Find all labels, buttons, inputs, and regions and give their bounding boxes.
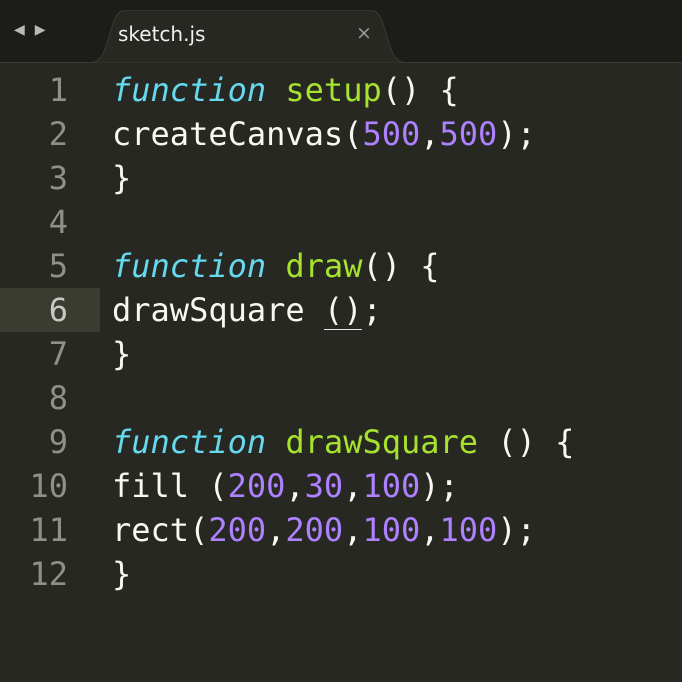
code-token: , [343, 511, 363, 549]
code-token: 100 [362, 511, 421, 549]
code-token: 200 [285, 511, 344, 549]
code-token: 100 [439, 511, 498, 549]
code-line[interactable]: 5 function draw() { [0, 244, 682, 288]
code-token: drawSquare [112, 291, 324, 329]
code-token: 500 [439, 115, 498, 153]
code-text[interactable]: } [112, 156, 131, 200]
code-token: , [420, 511, 440, 549]
line-number: 3 [48, 159, 68, 197]
code-token: , [285, 467, 305, 505]
code-token: ); [420, 467, 459, 505]
code-token: function [112, 247, 267, 285]
code-line[interactable]: 4 [0, 200, 682, 244]
code-token: , [420, 115, 440, 153]
back-arrow-icon[interactable]: ◀ [14, 22, 25, 38]
code-text[interactable]: function setup() { [112, 68, 459, 112]
code-token: , [266, 511, 286, 549]
code-token: } [112, 335, 132, 373]
code-token: ; [362, 291, 382, 329]
line-number: 9 [48, 423, 68, 461]
line-number: 10 [29, 467, 68, 505]
code-token: setup [285, 71, 382, 109]
code-token: rect( [112, 511, 209, 549]
line-number: 5 [48, 247, 68, 285]
code-text[interactable]: function draw() { [112, 244, 440, 288]
code-token: function [112, 71, 267, 109]
code-token: () { [362, 247, 440, 285]
code-text[interactable]: } [112, 552, 131, 596]
line-number: 11 [29, 511, 68, 549]
code-line[interactable]: 12} [0, 552, 682, 596]
line-number: 7 [48, 335, 68, 373]
code-text[interactable]: fill (200,30,100); [112, 464, 459, 508]
line-number: 6 [48, 291, 68, 329]
tab-bar: ◀ ▶ sketch.js × [0, 0, 682, 63]
code-token: } [112, 555, 132, 593]
tab-sketch-js[interactable]: sketch.js × [88, 10, 408, 63]
code-line[interactable]: 8 [0, 376, 682, 420]
code-token: 200 [227, 467, 286, 505]
code-line[interactable]: 3} [0, 156, 682, 200]
close-icon[interactable]: × [356, 22, 372, 44]
code-token: () { [478, 423, 575, 461]
tab-navigation: ◀ ▶ [14, 22, 46, 38]
code-line[interactable]: 7} [0, 332, 682, 376]
forward-arrow-icon[interactable]: ▶ [35, 22, 46, 38]
line-number: 2 [48, 115, 68, 153]
code-token: ); [497, 115, 536, 153]
code-token: () { [381, 71, 459, 109]
code-token: drawSquare [285, 423, 479, 461]
code-token: ); [497, 511, 536, 549]
code-editor[interactable]: 1 function setup() {2 createCanvas(500,500… [0, 68, 682, 596]
code-line[interactable]: 11 rect(200,200,100,100); [0, 508, 682, 552]
code-token: fill ( [112, 467, 228, 505]
code-token: 200 [208, 511, 267, 549]
line-number: 1 [48, 71, 68, 109]
code-token: } [112, 159, 132, 197]
line-number: 8 [48, 379, 68, 417]
code-token: draw [285, 247, 363, 285]
code-text[interactable]: drawSquare (); [112, 288, 382, 332]
code-token: , [343, 467, 363, 505]
code-text[interactable]: createCanvas(500,500); [112, 112, 536, 156]
code-line[interactable]: 2 createCanvas(500,500); [0, 112, 682, 156]
code-line[interactable]: 10 fill (200,30,100); [0, 464, 682, 508]
code-text[interactable]: function drawSquare () { [112, 420, 574, 464]
code-text[interactable]: rect(200,200,100,100); [112, 508, 536, 552]
code-token: 30 [304, 467, 344, 505]
code-text[interactable]: } [112, 332, 131, 376]
code-token: 500 [362, 115, 421, 153]
code-line[interactable]: 1 function setup() { [0, 68, 682, 112]
code-token: createCanvas( [112, 115, 363, 153]
code-token: function [112, 423, 267, 461]
code-token: 100 [362, 467, 421, 505]
line-number: 12 [29, 555, 68, 593]
code-token: () [323, 291, 363, 330]
code-line[interactable]: 9 function drawSquare () { [0, 420, 682, 464]
tab-title: sketch.js [118, 22, 206, 46]
code-line[interactable]: 6 drawSquare (); [0, 288, 382, 332]
line-number: 4 [48, 203, 68, 241]
